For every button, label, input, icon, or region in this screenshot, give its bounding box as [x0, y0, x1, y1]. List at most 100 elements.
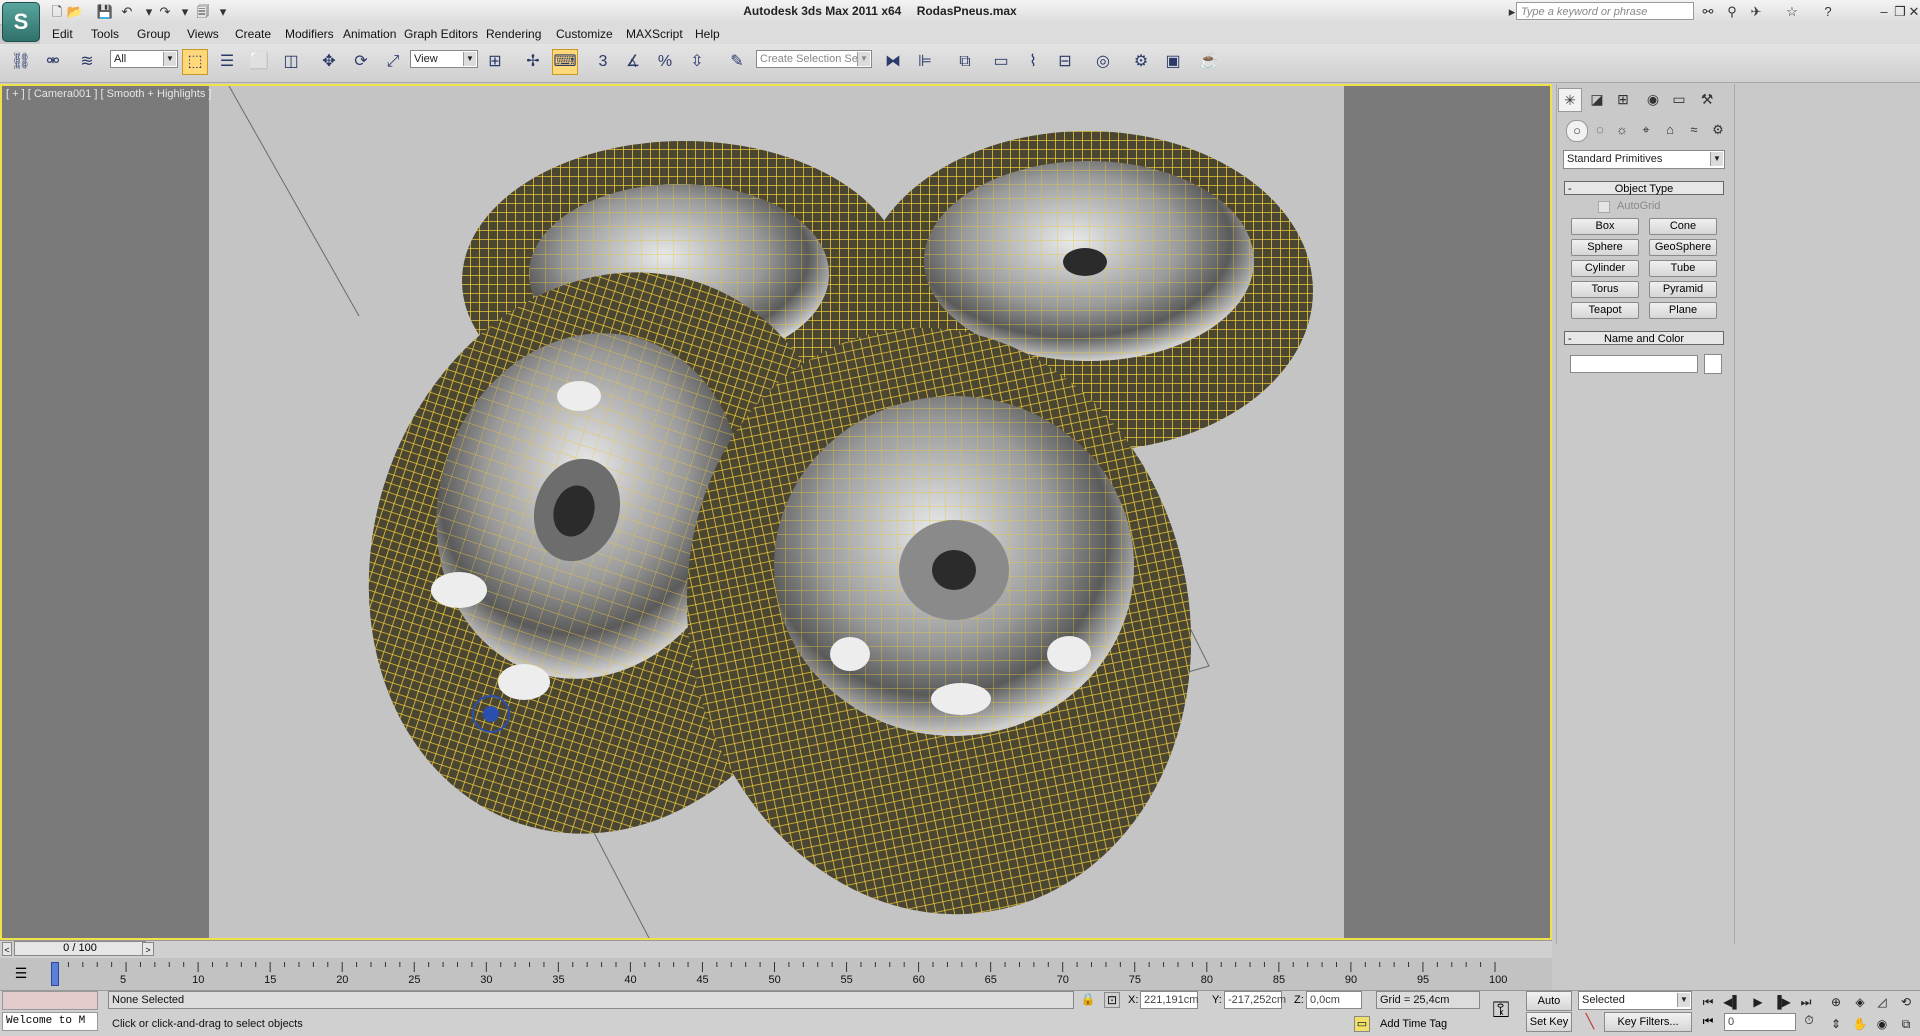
render-production-icon[interactable]: ☕	[1196, 49, 1222, 75]
project-folder-icon[interactable]: 🗐	[194, 3, 212, 20]
select-object-icon[interactable]: ⬚	[182, 49, 208, 75]
orbit-camera-icon[interactable]: ⟲	[1896, 992, 1916, 1012]
current-frame-field[interactable]: 0	[1724, 1013, 1796, 1031]
edit-named-selection-icon[interactable]: ✎	[724, 49, 750, 75]
y-coordinate-field[interactable]: -217,252cm	[1224, 991, 1286, 1009]
box-button[interactable]: Box	[1571, 218, 1639, 235]
subscription-icon[interactable]: ⚲	[1722, 3, 1742, 21]
create-tab-icon[interactable]: ✳	[1558, 88, 1582, 112]
set-key-button[interactable]: Set Key	[1526, 1012, 1572, 1032]
key-filters-button[interactable]: Key Filters...	[1604, 1012, 1692, 1032]
layer-manager-icon[interactable]: ⧉	[952, 49, 978, 75]
geosphere-button[interactable]: GeoSphere	[1649, 239, 1717, 256]
search-input[interactable]: Type a keyword or phrase	[1516, 2, 1694, 20]
menu-help[interactable]: Help	[695, 26, 720, 42]
lock-selection-icon[interactable]: 🔒	[1080, 992, 1096, 1008]
go-to-start-icon[interactable]: ⏮	[1698, 992, 1718, 1012]
set-key-icon[interactable]: ⚿	[1486, 996, 1516, 1024]
align-icon[interactable]: ⊫	[912, 49, 938, 75]
menu-views[interactable]: Views	[187, 26, 219, 42]
key-mode-toggle-icon[interactable]: ⏮	[1698, 1014, 1718, 1032]
quick-access-dropdown-icon[interactable]: ▾	[214, 3, 232, 20]
spinner-snap-icon[interactable]: ⇳	[684, 49, 710, 75]
time-slider-handle[interactable]: 0 / 100	[14, 941, 146, 956]
close-icon[interactable]: ✕	[1904, 3, 1920, 21]
maxscript-mini-listener[interactable]: Welcome to M	[2, 1012, 98, 1031]
shapes-icon[interactable]: ◌	[1590, 120, 1610, 140]
maximize-viewport-icon[interactable]: ⧉	[1896, 1014, 1916, 1034]
motion-tab-icon[interactable]: ◉	[1642, 88, 1664, 110]
menu-edit[interactable]: Edit	[52, 26, 73, 42]
mirror-icon[interactable]: ⧓	[880, 49, 906, 75]
sphere-button[interactable]: Sphere	[1571, 239, 1639, 256]
pan-view-icon[interactable]: ✋	[1850, 1014, 1870, 1034]
manipulate-icon[interactable]: ✢	[520, 49, 546, 75]
curve-editor-icon[interactable]: ⌇	[1020, 49, 1046, 75]
autogrid-checkbox[interactable]	[1598, 201, 1610, 213]
reference-coordinate-dropdown[interactable]: View ▼	[410, 50, 478, 68]
previous-frame-icon[interactable]: ◀▌	[1722, 992, 1742, 1012]
app-logo-icon[interactable]: S	[2, 2, 40, 42]
walk-through-icon[interactable]: ◉	[1872, 1014, 1892, 1034]
next-frame-icon[interactable]: ▐▶	[1772, 992, 1792, 1012]
utilities-tab-icon[interactable]: ⚒	[1696, 88, 1718, 110]
menu-graph-editors[interactable]: Graph Editors	[404, 26, 478, 42]
graphite-toggle-icon[interactable]: ▭	[988, 49, 1014, 75]
render-setup-icon[interactable]: ⚙	[1128, 49, 1154, 75]
rendered-frame-window-icon[interactable]: ▣	[1160, 49, 1186, 75]
object-name-input[interactable]	[1570, 355, 1698, 373]
menu-maxscript[interactable]: MAXScript	[626, 26, 683, 42]
select-scale-icon[interactable]: ⤢	[380, 49, 406, 75]
absolute-mode-icon[interactable]: ⊡	[1104, 992, 1120, 1008]
add-time-tag[interactable]: Add Time Tag	[1380, 1018, 1447, 1030]
named-selection-dropdown[interactable]: Create Selection Se ▼	[756, 50, 872, 68]
object-type-rollout[interactable]: - Object Type	[1564, 181, 1724, 195]
snaps-toggle-icon[interactable]: 3	[590, 49, 616, 75]
go-to-end-icon[interactable]: ⏭	[1796, 992, 1816, 1012]
time-configuration-icon[interactable]: ⏱	[1798, 1013, 1820, 1031]
select-move-icon[interactable]: ✥	[316, 49, 342, 75]
bind-space-warp-icon[interactable]: ≋	[74, 49, 100, 75]
new-file-icon[interactable]: 🗋	[48, 3, 66, 20]
object-color-swatch[interactable]	[1704, 354, 1722, 374]
schematic-view-icon[interactable]: ⊟	[1052, 49, 1078, 75]
torus-button[interactable]: Torus	[1571, 281, 1639, 298]
hierarchy-tab-icon[interactable]: ⊞	[1612, 88, 1634, 110]
menu-rendering[interactable]: Rendering	[486, 26, 541, 42]
space-warps-icon[interactable]: ≈	[1684, 120, 1704, 140]
geometry-icon[interactable]: ○	[1566, 120, 1588, 142]
mini-curve-editor-icon[interactable]: ☰	[10, 964, 32, 982]
zoom-extents-all-icon[interactable]: ◈	[1850, 992, 1870, 1012]
unlink-icon[interactable]: ⚮	[40, 49, 66, 75]
menu-modifiers[interactable]: Modifiers	[285, 26, 334, 42]
keyboard-shortcut-override-icon[interactable]: ⌨	[552, 49, 578, 75]
undo-icon[interactable]: ↶	[118, 3, 136, 20]
field-of-view-icon[interactable]: ◿	[1872, 992, 1892, 1012]
select-rotate-icon[interactable]: ⟳	[348, 49, 374, 75]
play-icon[interactable]: ▶	[1748, 992, 1768, 1012]
menu-animation[interactable]: Animation	[343, 26, 396, 42]
menu-group[interactable]: Group	[137, 26, 170, 42]
cylinder-button[interactable]: Cylinder	[1571, 260, 1639, 277]
time-slider-next-icon[interactable]: >	[142, 942, 154, 956]
link-icon[interactable]: ⛓	[8, 49, 34, 75]
viewport-label[interactable]: [ + ] [ Camera001 ] [ Smooth + Highlight…	[6, 88, 211, 100]
menu-customize[interactable]: Customize	[556, 26, 613, 42]
viewport-canvas[interactable]	[209, 86, 1344, 938]
save-file-icon[interactable]: 💾	[96, 3, 114, 20]
menu-tools[interactable]: Tools	[91, 26, 119, 42]
time-slider[interactable]	[0, 940, 1552, 959]
helpers-icon[interactable]: ⌂	[1660, 120, 1680, 140]
display-tab-icon[interactable]: ▭	[1668, 88, 1690, 110]
x-coordinate-field[interactable]: 221,191cm	[1140, 991, 1198, 1009]
tube-button[interactable]: Tube	[1649, 260, 1717, 277]
current-frame-marker[interactable]	[51, 962, 59, 986]
menu-create[interactable]: Create	[235, 26, 271, 42]
percent-snap-icon[interactable]: %	[652, 49, 678, 75]
dolly-camera-icon[interactable]: ⇕	[1826, 1014, 1846, 1034]
favorites-star-icon[interactable]: ☆	[1782, 3, 1802, 21]
select-by-name-icon[interactable]: ☰	[214, 49, 240, 75]
key-mode-dropdown[interactable]: Selected ▼	[1578, 991, 1692, 1010]
systems-icon[interactable]: ⚙	[1708, 120, 1728, 140]
redo-icon[interactable]: ↷	[156, 3, 174, 20]
